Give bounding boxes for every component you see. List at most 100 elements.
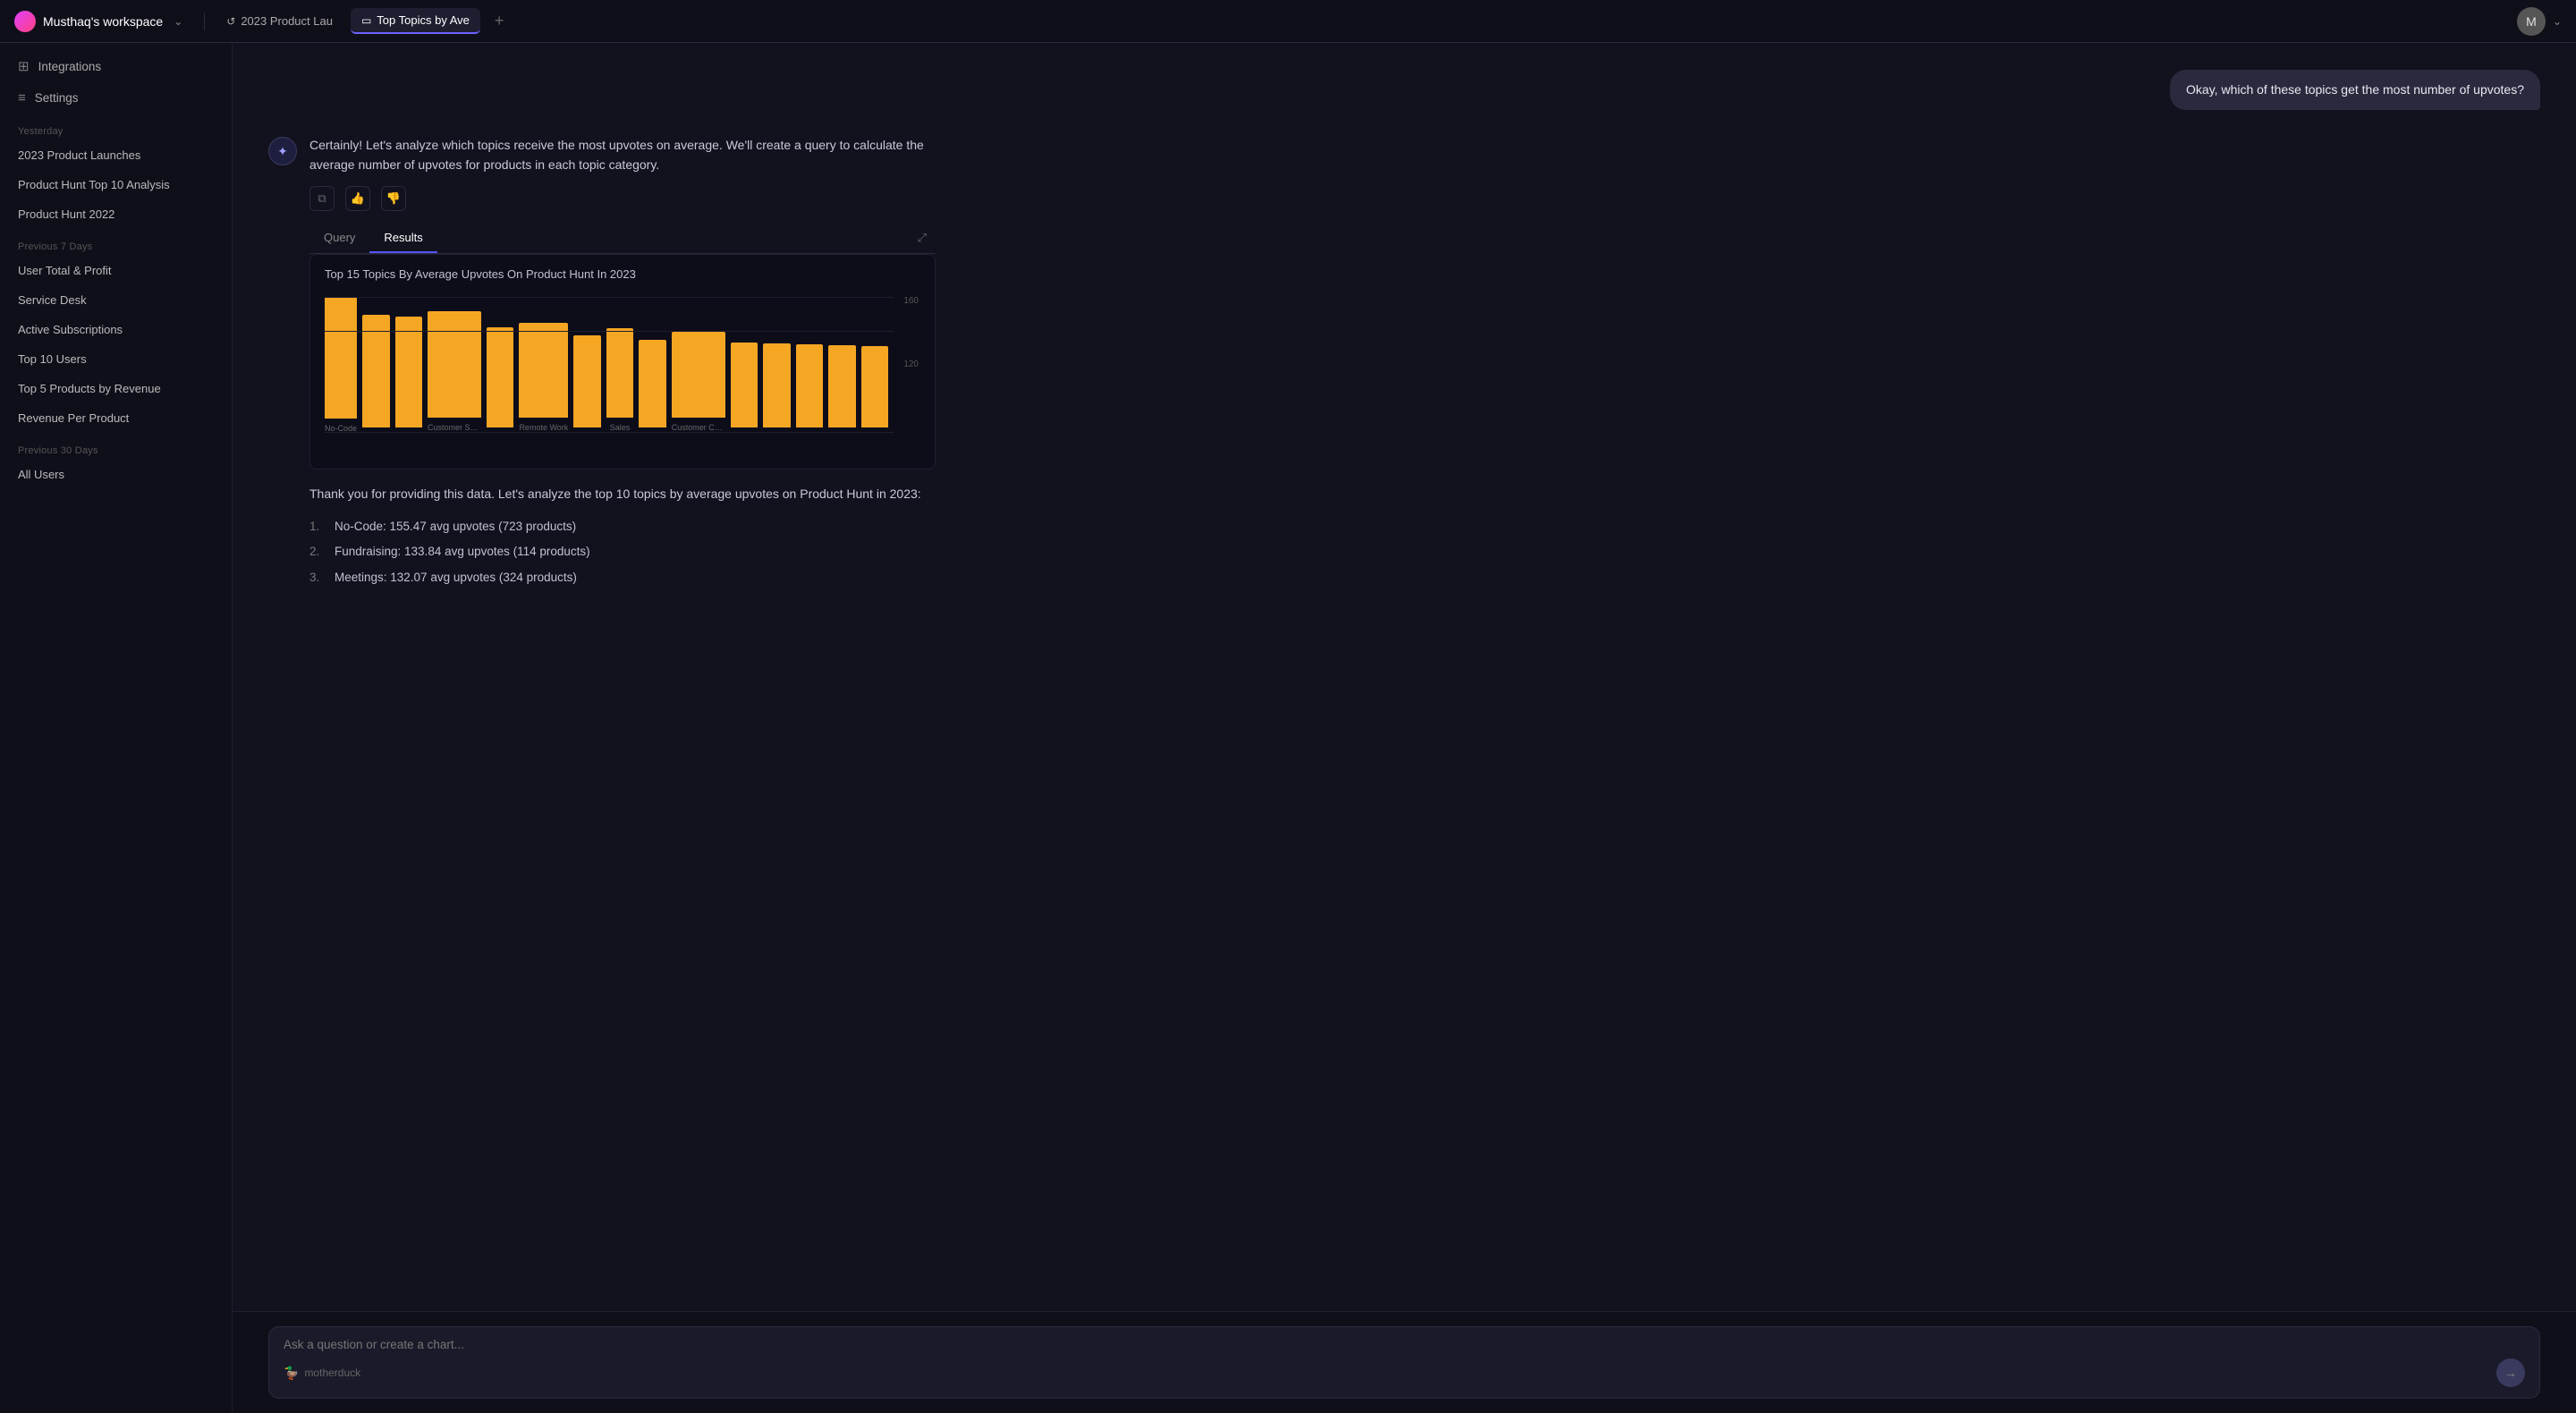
tab-query[interactable]: Query [309, 224, 369, 253]
bar-group [796, 297, 823, 433]
section-yesterday: Yesterday [0, 114, 232, 140]
workspace-name: Musthaq's workspace [43, 14, 163, 29]
chat-input-box: 🦆 motherduck → [268, 1326, 2540, 1399]
tab-topics-label: Top Topics by Ave [377, 13, 470, 27]
ai-intro-text: Certainly! Let's analyze which topics re… [309, 135, 936, 175]
tab-results[interactable]: Results [369, 224, 436, 253]
thumbsup-button[interactable]: 👍 [345, 186, 370, 211]
chart-card: Top 15 Topics By Average Upvotes On Prod… [309, 254, 936, 470]
tab-refresh-icon: ↺ [226, 15, 235, 28]
section-prev30: Previous 30 Days [0, 433, 232, 460]
bar-label-3: Customer Success [428, 423, 481, 433]
settings-icon: ≡ [18, 90, 26, 106]
bar-14 [861, 346, 888, 427]
sidebar-item-integrations[interactable]: ⊞ Integrations [0, 50, 232, 82]
result-tabs: Query Results ⤢ [309, 224, 936, 254]
motherduck-icon: 🦆 [284, 1366, 299, 1381]
bar-chart: No-CodeCustomer SuccessRemote WorkSalesC… [325, 297, 920, 458]
tab-divider [204, 13, 205, 30]
thumbsdown-button[interactable]: 👎 [381, 186, 406, 211]
user-message: Okay, which of these topics get the most… [233, 64, 2576, 115]
chat-input-footer: 🦆 motherduck → [284, 1358, 2525, 1387]
ai-content: Certainly! Let's analyze which topics re… [309, 135, 936, 590]
tab-top-topics[interactable]: ▭ Top Topics by Ave [351, 8, 480, 34]
ai-message: ✦ Certainly! Let's analyze which topics … [233, 130, 2576, 596]
action-icons: ⧉ 👍 👎 [309, 186, 936, 211]
sidebar-item-label: Settings [35, 91, 79, 105]
workspace-logo [14, 11, 36, 32]
bar-group [731, 297, 758, 433]
motherduck-branding: 🦆 motherduck [284, 1366, 360, 1381]
bar-group: No-Code [325, 297, 357, 433]
bar-8 [639, 340, 665, 427]
list-item-text: No-Code: 155.47 avg upvotes (723 product… [335, 518, 576, 536]
bar-group: Remote Work [519, 297, 568, 433]
chat-messages: Okay, which of these topics get the most… [233, 43, 2576, 1311]
bar-group [362, 297, 389, 433]
bar-13 [828, 345, 855, 427]
chat-input-area: 🦆 motherduck → [233, 1311, 2576, 1413]
bar-group [573, 297, 600, 433]
sidebar-item-all-users[interactable]: All Users [0, 460, 232, 489]
bar-label-5: Remote Work [519, 423, 568, 433]
sidebar-item-top5-products[interactable]: Top 5 Products by Revenue [0, 374, 232, 403]
bar-4 [487, 327, 513, 427]
tab-2023-label: 2023 Product Lau [241, 14, 333, 28]
bar-label-7: Sales [606, 423, 633, 433]
bar-5 [519, 323, 568, 418]
topbar-right: M ⌄ [2517, 7, 2562, 36]
motherduck-label: motherduck [304, 1366, 360, 1379]
user-bubble: Okay, which of these topics get the most… [2170, 70, 2540, 110]
bar-group [763, 297, 790, 433]
sidebar-item-2023-launches[interactable]: 2023 Product Launches [0, 140, 232, 170]
copy-button[interactable]: ⧉ [309, 186, 335, 211]
workspace-chevron-icon[interactable]: ⌄ [174, 15, 182, 28]
tab-spacer [437, 224, 909, 253]
add-tab-button[interactable]: + [487, 8, 512, 34]
list-num: 2. [309, 543, 327, 561]
bar-group: Customer Success [428, 297, 481, 433]
sidebar-item-top10-users[interactable]: Top 10 Users [0, 344, 232, 374]
sidebar-item-settings[interactable]: ≡ Settings [0, 82, 232, 114]
bar-group [639, 297, 665, 433]
bar-group [487, 297, 513, 433]
bar-12 [796, 344, 823, 427]
bar-group: Sales [606, 297, 633, 433]
sidebar-item-revenue-product[interactable]: Revenue Per Product [0, 403, 232, 433]
chat-area: Okay, which of these topics get the most… [233, 43, 2576, 1413]
bar-group [828, 297, 855, 433]
integrations-icon: ⊞ [18, 58, 30, 74]
chart-container: 160 120 0 [310, 290, 935, 469]
sidebar-item-ph-2022[interactable]: Product Hunt 2022 [0, 199, 232, 229]
result-list: 1. No-Code: 155.47 avg upvotes (723 prod… [309, 514, 936, 590]
ai-avatar: ✦ [268, 137, 297, 165]
list-item-text: Meetings: 132.07 avg upvotes (324 produc… [335, 569, 577, 587]
bar-label-0: No-Code [325, 424, 357, 433]
bar-7 [606, 328, 633, 418]
avatar[interactable]: M [2517, 7, 2546, 36]
topbar: Musthaq's workspace ⌄ ↺ 2023 Product Lau… [0, 0, 2576, 43]
chat-input[interactable] [284, 1338, 2525, 1351]
send-button[interactable]: → [2496, 1358, 2525, 1387]
sidebar-item-user-profit[interactable]: User Total & Profit [0, 256, 232, 285]
list-item: 1. No-Code: 155.47 avg upvotes (723 prod… [309, 514, 936, 539]
bar-group [395, 297, 422, 433]
list-item: 3. Meetings: 132.07 avg upvotes (324 pro… [309, 565, 936, 590]
section-prev7: Previous 7 Days [0, 229, 232, 256]
avatar-chevron-icon[interactable]: ⌄ [2553, 15, 2562, 28]
bar-10 [731, 343, 758, 427]
bar-9 [672, 332, 725, 418]
tab-2023-product[interactable]: ↺ 2023 Product Lau [216, 9, 343, 33]
tab-image-icon: ▭ [361, 14, 371, 27]
bar-group [861, 297, 888, 433]
avatar-initial: M [2526, 14, 2537, 29]
expand-button[interactable]: ⤢ [909, 224, 936, 253]
bar-1 [362, 315, 389, 427]
sidebar-item-subscriptions[interactable]: Active Subscriptions [0, 315, 232, 344]
list-num: 3. [309, 569, 327, 587]
bar-6 [573, 335, 600, 427]
sidebar-item-ph-top10[interactable]: Product Hunt Top 10 Analysis [0, 170, 232, 199]
sidebar-item-service-desk[interactable]: Service Desk [0, 285, 232, 315]
bar-11 [763, 343, 790, 427]
ai-followup-text: Thank you for providing this data. Let's… [309, 484, 936, 503]
